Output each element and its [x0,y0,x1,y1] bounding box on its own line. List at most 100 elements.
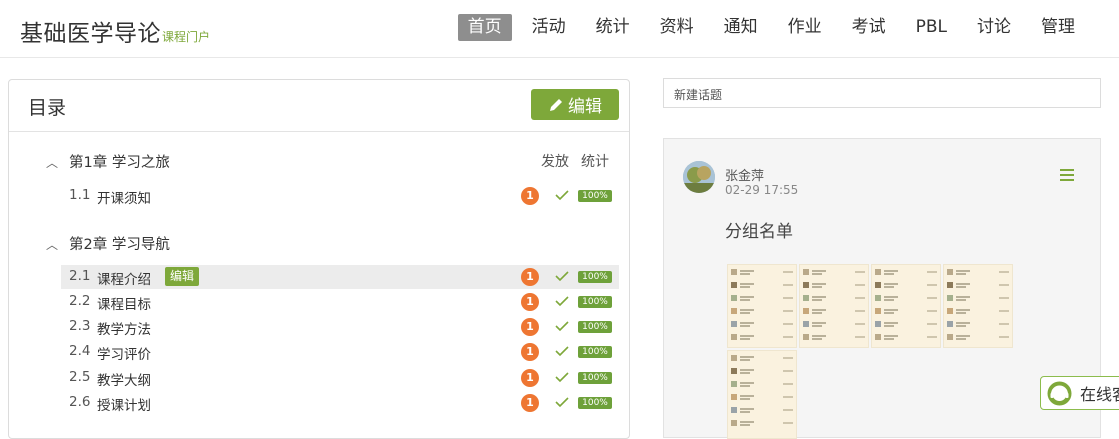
thumbnail-detail [812,325,822,327]
nav-statistics[interactable]: 统计 [586,14,640,41]
lesson-label[interactable]: 教学大纲 [97,369,151,389]
lesson-label[interactable]: 授课计划 [97,394,151,414]
lesson-row[interactable]: 1.1 开课须知 1 100% [61,184,619,208]
lesson-edit-tag[interactable]: 编辑 [165,267,200,286]
thumbnail-detail [731,282,737,288]
lesson-label[interactable]: 学习评价 [97,343,151,363]
thumbnail-detail [740,398,750,400]
notification-badge[interactable]: 1 [521,318,539,336]
nav-materials[interactable]: 资料 [650,14,704,41]
thumbnail-detail [740,283,754,285]
thumbnail-detail [740,372,750,374]
nav-homework[interactable]: 作业 [778,14,832,41]
column-headers: 发放 统计 [541,151,609,171]
post-title[interactable]: 分组名单 [725,217,793,242]
check-icon[interactable] [554,187,570,203]
thumbnail-detail [875,295,881,301]
thumbnail-detail [803,308,809,314]
thumbnail-detail [947,282,953,288]
check-icon[interactable] [554,343,570,359]
course-brand[interactable]: 基础医学导论 课程门户 [20,14,210,48]
progress-badge[interactable]: 100% [578,296,612,308]
attachment-thumbnail[interactable] [727,264,797,348]
nav-home[interactable]: 首页 [457,14,512,41]
main-nav: 首页 活动 统计 资料 通知 作业 考试 PBL 讨论 管理 [448,14,1085,41]
thumbnail-detail [884,309,898,311]
thumbnail-detail [927,271,937,273]
chapter-1[interactable]: ︿ 第1章 学习之旅 发放 统计 [9,150,629,174]
thumbnail-detail [803,321,809,327]
thumbnail-detail [812,309,826,311]
lesson-label[interactable]: 课程目标 [97,293,151,313]
check-icon[interactable] [554,318,570,334]
lesson-row[interactable]: 2.2 课程目标 1 100% [61,290,619,314]
lesson-row[interactable]: 2.4 学习评价 1 100% [61,340,619,364]
progress-badge[interactable]: 100% [578,271,612,283]
notification-badge[interactable]: 1 [521,394,539,412]
lesson-row[interactable]: 2.3 教学方法 1 100% [61,315,619,339]
check-icon[interactable] [554,369,570,385]
avatar[interactable] [683,161,715,193]
notification-badge[interactable]: 1 [521,187,539,205]
progress-badge[interactable]: 100% [578,190,612,202]
caret-up-icon[interactable]: ︿ [46,236,58,253]
thumbnail-detail [927,297,937,299]
attachment-thumbnail[interactable] [799,264,869,348]
thumbnail-detail [956,338,966,340]
notification-badge[interactable]: 1 [521,369,539,387]
thumbnail-detail [947,321,953,327]
edit-toc-button[interactable]: 编辑 [531,89,619,120]
check-icon[interactable] [554,394,570,410]
lesson-row[interactable]: 2.1 课程介绍 编辑 1 100% [61,265,619,289]
progress-badge[interactable]: 100% [578,346,612,358]
post-author[interactable]: 张金萍 [725,165,764,184]
thumbnail-detail [956,325,966,327]
nav-pbl[interactable]: PBL [906,14,957,41]
attachment-thumbnail[interactable] [943,264,1013,348]
thumbnail-detail [855,323,865,325]
nav-notices[interactable]: 通知 [714,14,768,41]
thumbnail-detail [783,383,793,385]
nav-discussion[interactable]: 讨论 [967,14,1021,41]
thumbnail-detail [803,269,809,275]
lesson-label[interactable]: 课程介绍 [97,268,151,288]
thumbnail-detail [947,269,953,275]
col-stats: 统计 [581,154,609,170]
lesson-label[interactable]: 教学方法 [97,318,151,338]
nav-exams[interactable]: 考试 [842,14,896,41]
thumbnail-detail [812,299,822,301]
thumbnail-detail [740,411,750,413]
thumbnail-detail [731,334,737,340]
thumbnail-detail [783,297,793,299]
lesson-label[interactable]: 开课须知 [97,187,151,207]
attachment-thumbnail[interactable] [871,264,941,348]
progress-badge[interactable]: 100% [578,321,612,333]
new-topic-input[interactable]: 新建话题 [663,78,1101,108]
notification-badge[interactable]: 1 [521,293,539,311]
check-icon[interactable] [554,293,570,309]
progress-badge[interactable]: 100% [578,397,612,409]
thumbnail-detail [956,299,966,301]
thumbnail-detail [783,323,793,325]
post-image-attachment[interactable] [727,264,1017,439]
thumbnail-detail [740,312,750,314]
thumbnail-detail [999,310,1009,312]
lesson-number: 2.5 [69,369,91,385]
caret-up-icon[interactable]: ︿ [46,154,58,171]
attachment-thumbnail[interactable] [727,350,797,439]
lesson-row[interactable]: 2.5 教学大纲 1 100% [61,366,619,390]
course-title: 基础医学导论 [20,21,161,47]
thumbnail-detail [884,335,898,337]
check-icon[interactable] [554,268,570,284]
thumbnail-detail [999,271,1009,273]
progress-badge[interactable]: 100% [578,372,612,384]
thumbnail-detail [956,322,970,324]
notification-badge[interactable]: 1 [521,268,539,286]
chapter-2[interactable]: ︿ 第2章 学习导航 [9,232,629,256]
notification-badge[interactable]: 1 [521,343,539,361]
lesson-row[interactable]: 2.6 授课计划 1 100% [61,391,619,415]
nav-activities[interactable]: 活动 [522,14,576,41]
online-service-button[interactable]: 在线客 [1040,376,1119,410]
nav-manage[interactable]: 管理 [1031,14,1085,41]
menu-icon[interactable] [1060,169,1074,181]
